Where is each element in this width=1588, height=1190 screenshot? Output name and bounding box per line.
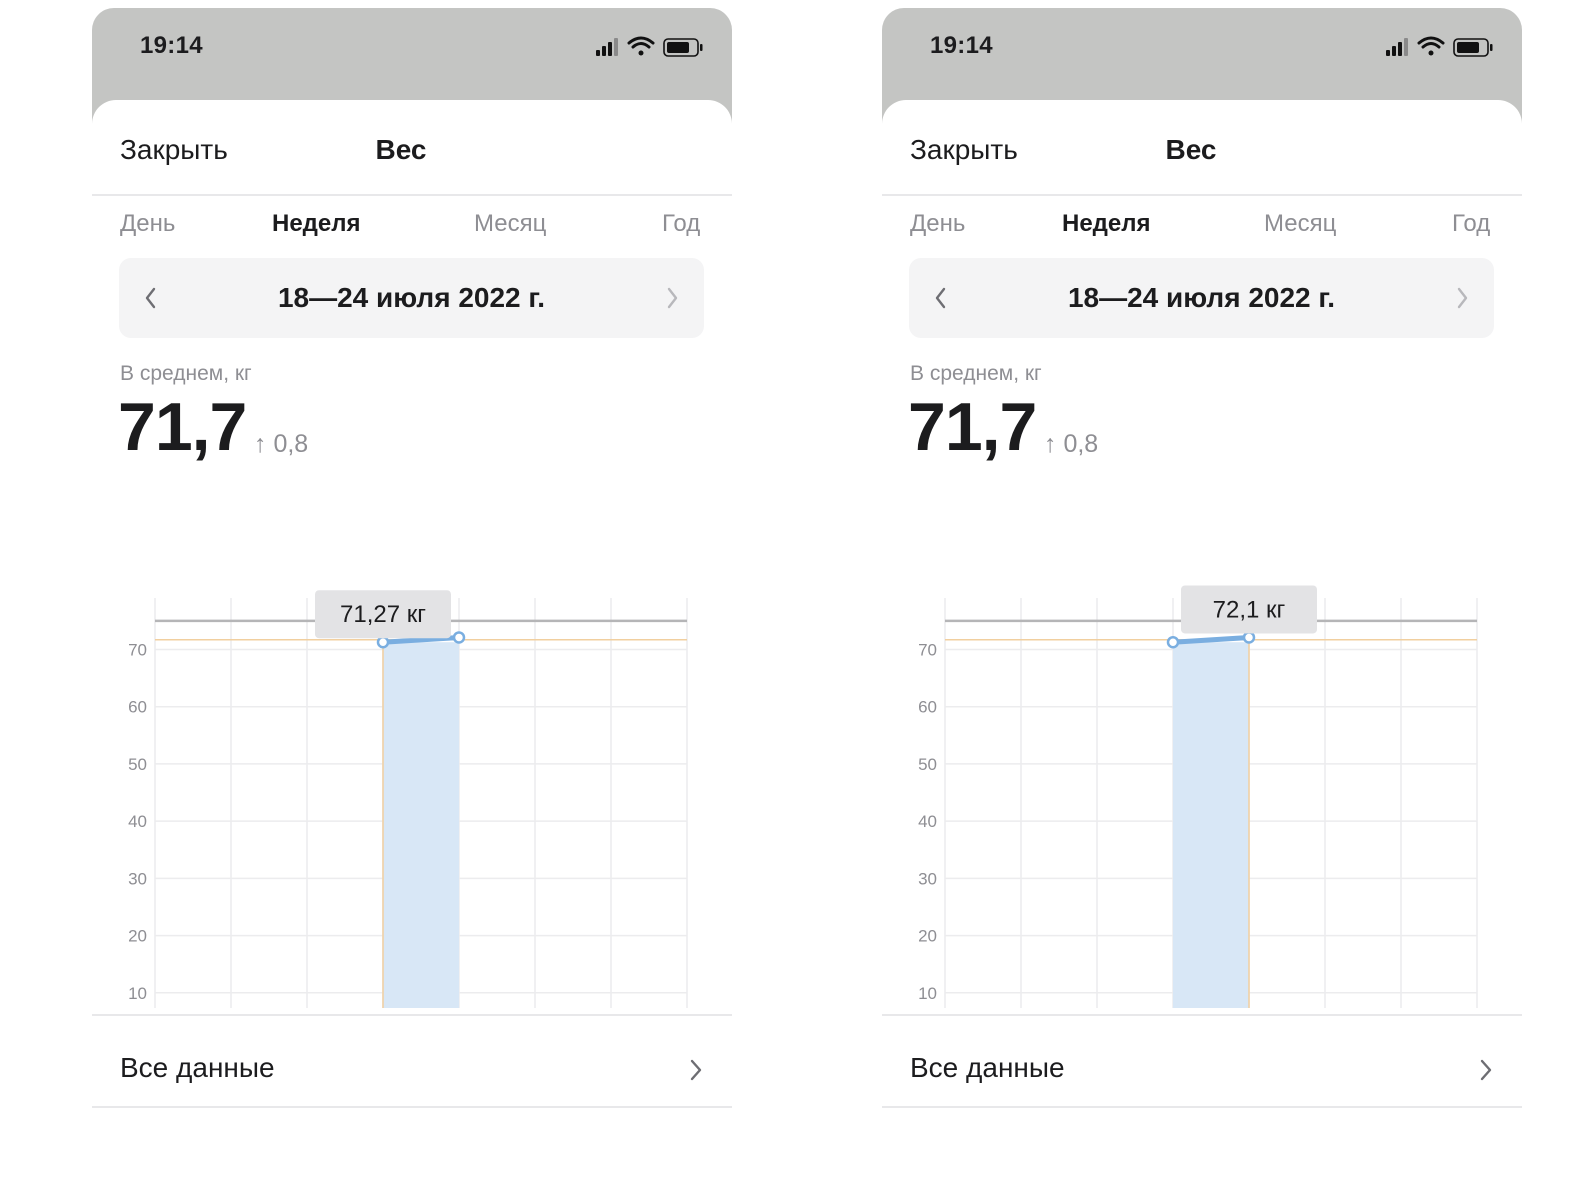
series-line <box>1170 634 1252 645</box>
chevron-right-icon[interactable] <box>1452 285 1472 311</box>
y-tick-label: 40 <box>128 812 147 831</box>
battery-icon <box>1453 38 1493 57</box>
tab-month[interactable]: Месяц <box>1264 210 1336 238</box>
tab-day[interactable]: День <box>910 210 965 238</box>
y-tick-label: 70 <box>128 640 147 659</box>
weight-sheet: Закрыть Вес День Неделя Месяц Год 18—24 … <box>92 100 732 1128</box>
all-data-label: Все данные <box>120 1052 275 1083</box>
tab-month[interactable]: Месяц <box>474 210 546 238</box>
signal-icon <box>596 38 618 56</box>
weight-chart[interactable]: 010203040506070ПнВтСрЧтПтСбВс71,27 кг <box>92 488 732 1008</box>
status-time: 19:14 <box>140 32 203 59</box>
battery-icon <box>663 38 703 57</box>
header-divider <box>882 194 1522 196</box>
average-value: 71,7 <box>908 389 1037 465</box>
y-tick-label: 60 <box>128 698 147 717</box>
wifi-icon <box>627 36 655 56</box>
average-label: В среднем, кг <box>120 362 252 385</box>
y-tick-label: 40 <box>918 812 937 831</box>
y-tick-label: 50 <box>128 755 147 774</box>
nav-title-wrap: Вес <box>882 134 1522 166</box>
weight-sheet: Закрыть Вес День Неделя Месяц Год 18—24 … <box>882 100 1522 1128</box>
status-icons <box>596 36 703 57</box>
all-data-label: Все данные <box>910 1052 1065 1083</box>
all-data-row[interactable]: Все данные <box>882 1024 1522 1116</box>
average-value: 71,7 <box>118 389 247 465</box>
phone-screen-right: 19:14 Закрыть Вес День Неделя Месяц Год … <box>882 8 1522 1128</box>
header-divider <box>92 194 732 196</box>
date-range-label: 18—24 июля 2022 г. <box>277 282 546 313</box>
highlight-range <box>383 642 459 1008</box>
y-tick-label: 30 <box>918 869 937 888</box>
nav-title-wrap: Вес <box>92 134 732 166</box>
tab-week[interactable]: Неделя <box>1062 210 1151 238</box>
signal-icon <box>1386 38 1408 56</box>
tab-day[interactable]: День <box>120 210 175 238</box>
tab-week[interactable]: Неделя <box>272 210 361 238</box>
bottom-divider <box>92 1106 732 1108</box>
date-range-label: 18—24 июля 2022 г. <box>1067 282 1336 313</box>
y-tick-label: 60 <box>918 698 937 717</box>
y-tick-label: 10 <box>128 984 147 1003</box>
date-range-selector: 18—24 июля 2022 г. <box>909 258 1494 338</box>
page-title: Вес <box>375 134 427 165</box>
phone-screen-left: 19:14 Закрыть Вес День Неделя Месяц Год … <box>92 8 732 1128</box>
tooltip-label: 72,1 кг <box>1213 596 1286 623</box>
tooltip-label: 71,27 кг <box>340 601 426 628</box>
data-point <box>1166 635 1180 649</box>
date-range-selector: 18—24 июля 2022 г. <box>119 258 704 338</box>
y-tick-label: 50 <box>918 755 937 774</box>
highlight-range <box>1173 642 1249 1008</box>
data-point <box>1242 631 1256 644</box>
wifi-icon <box>1417 36 1445 56</box>
data-point <box>452 631 466 644</box>
status-time: 19:14 <box>930 32 993 59</box>
tab-year[interactable]: Год <box>662 210 700 238</box>
page-title: Вес <box>1165 134 1217 165</box>
y-tick-label: 70 <box>918 640 937 659</box>
average-delta: ↑ 0,8 <box>254 430 309 458</box>
chevron-right-icon <box>1480 1059 1492 1081</box>
data-point <box>376 635 390 649</box>
weight-chart[interactable]: 010203040506070ПнВтСрЧтПтСбВс72,1 кг <box>882 488 1522 1008</box>
y-tick-label: 20 <box>128 927 147 946</box>
chart-divider <box>92 1014 732 1016</box>
average-delta: ↑ 0,8 <box>1044 430 1099 458</box>
y-tick-label: 20 <box>918 927 937 946</box>
chevron-right-icon[interactable] <box>662 285 682 311</box>
y-tick-label: 30 <box>128 869 147 888</box>
status-icons <box>1386 36 1493 57</box>
bottom-divider <box>882 1106 1522 1108</box>
chart-divider <box>882 1014 1522 1016</box>
y-tick-label: 10 <box>918 984 937 1003</box>
average-label: В среднем, кг <box>910 362 1042 385</box>
all-data-row[interactable]: Все данные <box>92 1024 732 1116</box>
chevron-right-icon <box>690 1059 702 1081</box>
tab-year[interactable]: Год <box>1452 210 1490 238</box>
